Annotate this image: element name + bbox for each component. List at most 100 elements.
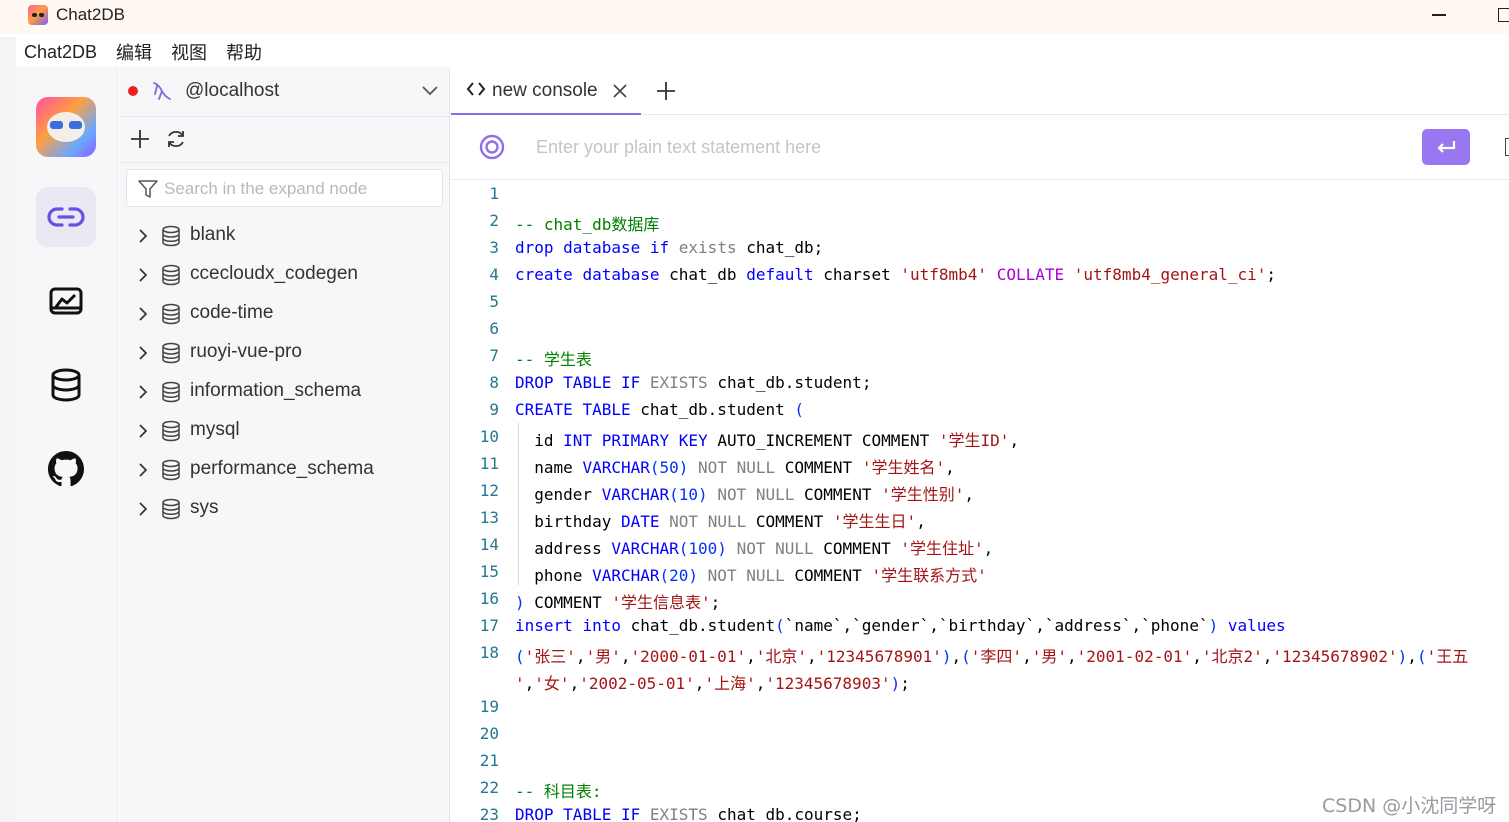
- code-token: (: [775, 616, 785, 635]
- code-token: chat_db.student: [630, 400, 795, 419]
- connection-selector[interactable]: @localhost: [119, 67, 450, 115]
- line-number: 20: [479, 724, 499, 743]
- code-text: ','女','2002-05-01','上海','12345678903');: [515, 670, 910, 694]
- line-number: 16: [479, 589, 499, 608]
- chevron-right-icon[interactable]: [137, 306, 149, 327]
- code-token: -- 科目表:: [515, 782, 602, 801]
- menu-view[interactable]: 视图: [171, 39, 207, 65]
- code-text: gender VARCHAR(10) NOT NULL COMMENT '学生性…: [515, 481, 974, 505]
- line-number: 3: [489, 238, 499, 257]
- code-line: 16) COMMENT '学生信息表';: [451, 585, 1509, 612]
- add-tab-button[interactable]: [656, 81, 676, 106]
- minimize-button[interactable]: [1432, 14, 1446, 16]
- code-token: chat_db.student;: [707, 373, 872, 392]
- chevron-down-icon[interactable]: [421, 83, 439, 102]
- database-icon: [161, 225, 181, 252]
- tree-item-database[interactable]: performance_schema: [119, 450, 450, 489]
- code-token: ,: [575, 647, 586, 666]
- line-number: 21: [479, 751, 499, 770]
- filter-icon: [138, 180, 158, 203]
- code-token: NULL: [707, 512, 747, 531]
- prompt-input[interactable]: Enter your plain text statement here: [536, 137, 821, 158]
- code-token: DROP: [515, 373, 554, 392]
- menu-chat2db[interactable]: Chat2DB: [24, 42, 97, 63]
- sql-editor[interactable]: 1 2 -- chat_db数据库 3 drop database if exists …: [451, 180, 1509, 822]
- database-name: information_schema: [190, 380, 362, 401]
- tree-item-database[interactable]: ruoyi-vue-pro: [119, 333, 450, 372]
- code-token: TABLE: [563, 805, 612, 822]
- code-token: '男': [585, 647, 621, 666]
- code-line: 7 -- 学生表: [451, 342, 1509, 369]
- chevron-right-icon[interactable]: [137, 462, 149, 483]
- enter-icon: [1437, 141, 1456, 153]
- chevron-right-icon[interactable]: [137, 267, 149, 288]
- code-token: name: [515, 458, 583, 477]
- add-icon[interactable]: [129, 128, 151, 155]
- code-token: VARCHAR: [592, 566, 660, 585]
- code-token: ): [890, 674, 901, 693]
- code-token: '2002-05-01': [579, 674, 695, 693]
- chevron-right-icon[interactable]: [137, 345, 149, 366]
- line-number: 23: [479, 805, 499, 822]
- tree-item-database[interactable]: ccecloudx_codegen: [119, 255, 450, 294]
- code-token: (20): [659, 566, 699, 585]
- database-icon[interactable]: [36, 355, 96, 415]
- code-text: DROP TABLE IF EXISTS chat_db.student;: [515, 373, 871, 392]
- chart-icon[interactable]: [36, 272, 96, 332]
- code-token: ): [515, 593, 525, 612]
- code-line: 5: [451, 288, 1509, 315]
- code-line: 17 insert into chat_db.student(`name`,`ge…: [451, 612, 1509, 639]
- code-token: chat_db;: [736, 238, 824, 257]
- tree-item-database[interactable]: mysql: [119, 411, 450, 450]
- code-token: ,: [916, 512, 926, 531]
- code-token: address: [515, 539, 612, 558]
- tree-search-input[interactable]: Search in the expand node: [126, 169, 443, 207]
- tree-item-database[interactable]: code-time: [119, 294, 450, 333]
- code-token: EXISTS: [649, 373, 708, 392]
- tree-item-database[interactable]: sys: [119, 489, 450, 528]
- chevron-right-icon[interactable]: [137, 384, 149, 405]
- database-icon: [161, 459, 181, 486]
- database-name: sys: [190, 497, 219, 518]
- code-token: COMMENT: [794, 485, 882, 504]
- divider: [119, 162, 450, 163]
- code-token: database: [563, 238, 641, 257]
- panel-toggle-icon[interactable]: [1505, 138, 1509, 156]
- link-icon[interactable]: [36, 187, 96, 247]
- send-button[interactable]: [1422, 129, 1470, 165]
- code-token: ,: [1407, 647, 1417, 666]
- tree-item-database[interactable]: blank: [119, 216, 450, 255]
- github-icon[interactable]: [36, 439, 96, 499]
- code-token: '学生姓名': [861, 458, 946, 477]
- tab-new-console[interactable]: new console: [451, 67, 641, 115]
- code-token: ': [515, 674, 525, 693]
- line-number: 22: [479, 778, 499, 797]
- code-text: ('张三','男','2000-01-01','北京','12345678901…: [515, 643, 1468, 667]
- code-token: (10): [669, 485, 708, 504]
- code-token: 'utf8mb4': [900, 265, 988, 284]
- code-token: if: [649, 238, 670, 257]
- maximize-button[interactable]: [1498, 8, 1509, 22]
- database-name: blank: [190, 224, 236, 245]
- menu-edit[interactable]: 编辑: [116, 39, 152, 65]
- chevron-right-icon[interactable]: [137, 228, 149, 249]
- chat2db-logo-icon[interactable]: [36, 97, 96, 157]
- menu-help[interactable]: 帮助: [226, 39, 262, 65]
- code-line: 3 drop database if exists chat_db;: [451, 234, 1509, 261]
- chevron-right-icon[interactable]: [137, 423, 149, 444]
- code-text: insert into chat_db.student(`name`,`gend…: [515, 616, 1286, 635]
- close-icon[interactable]: [613, 84, 627, 103]
- chevron-right-icon[interactable]: [137, 501, 149, 522]
- tree-item-database[interactable]: information_schema: [119, 372, 450, 411]
- code-token: ,: [569, 674, 580, 693]
- line-number: 11: [479, 454, 499, 473]
- code-token: '学生生日': [832, 512, 917, 531]
- refresh-icon[interactable]: [165, 128, 187, 155]
